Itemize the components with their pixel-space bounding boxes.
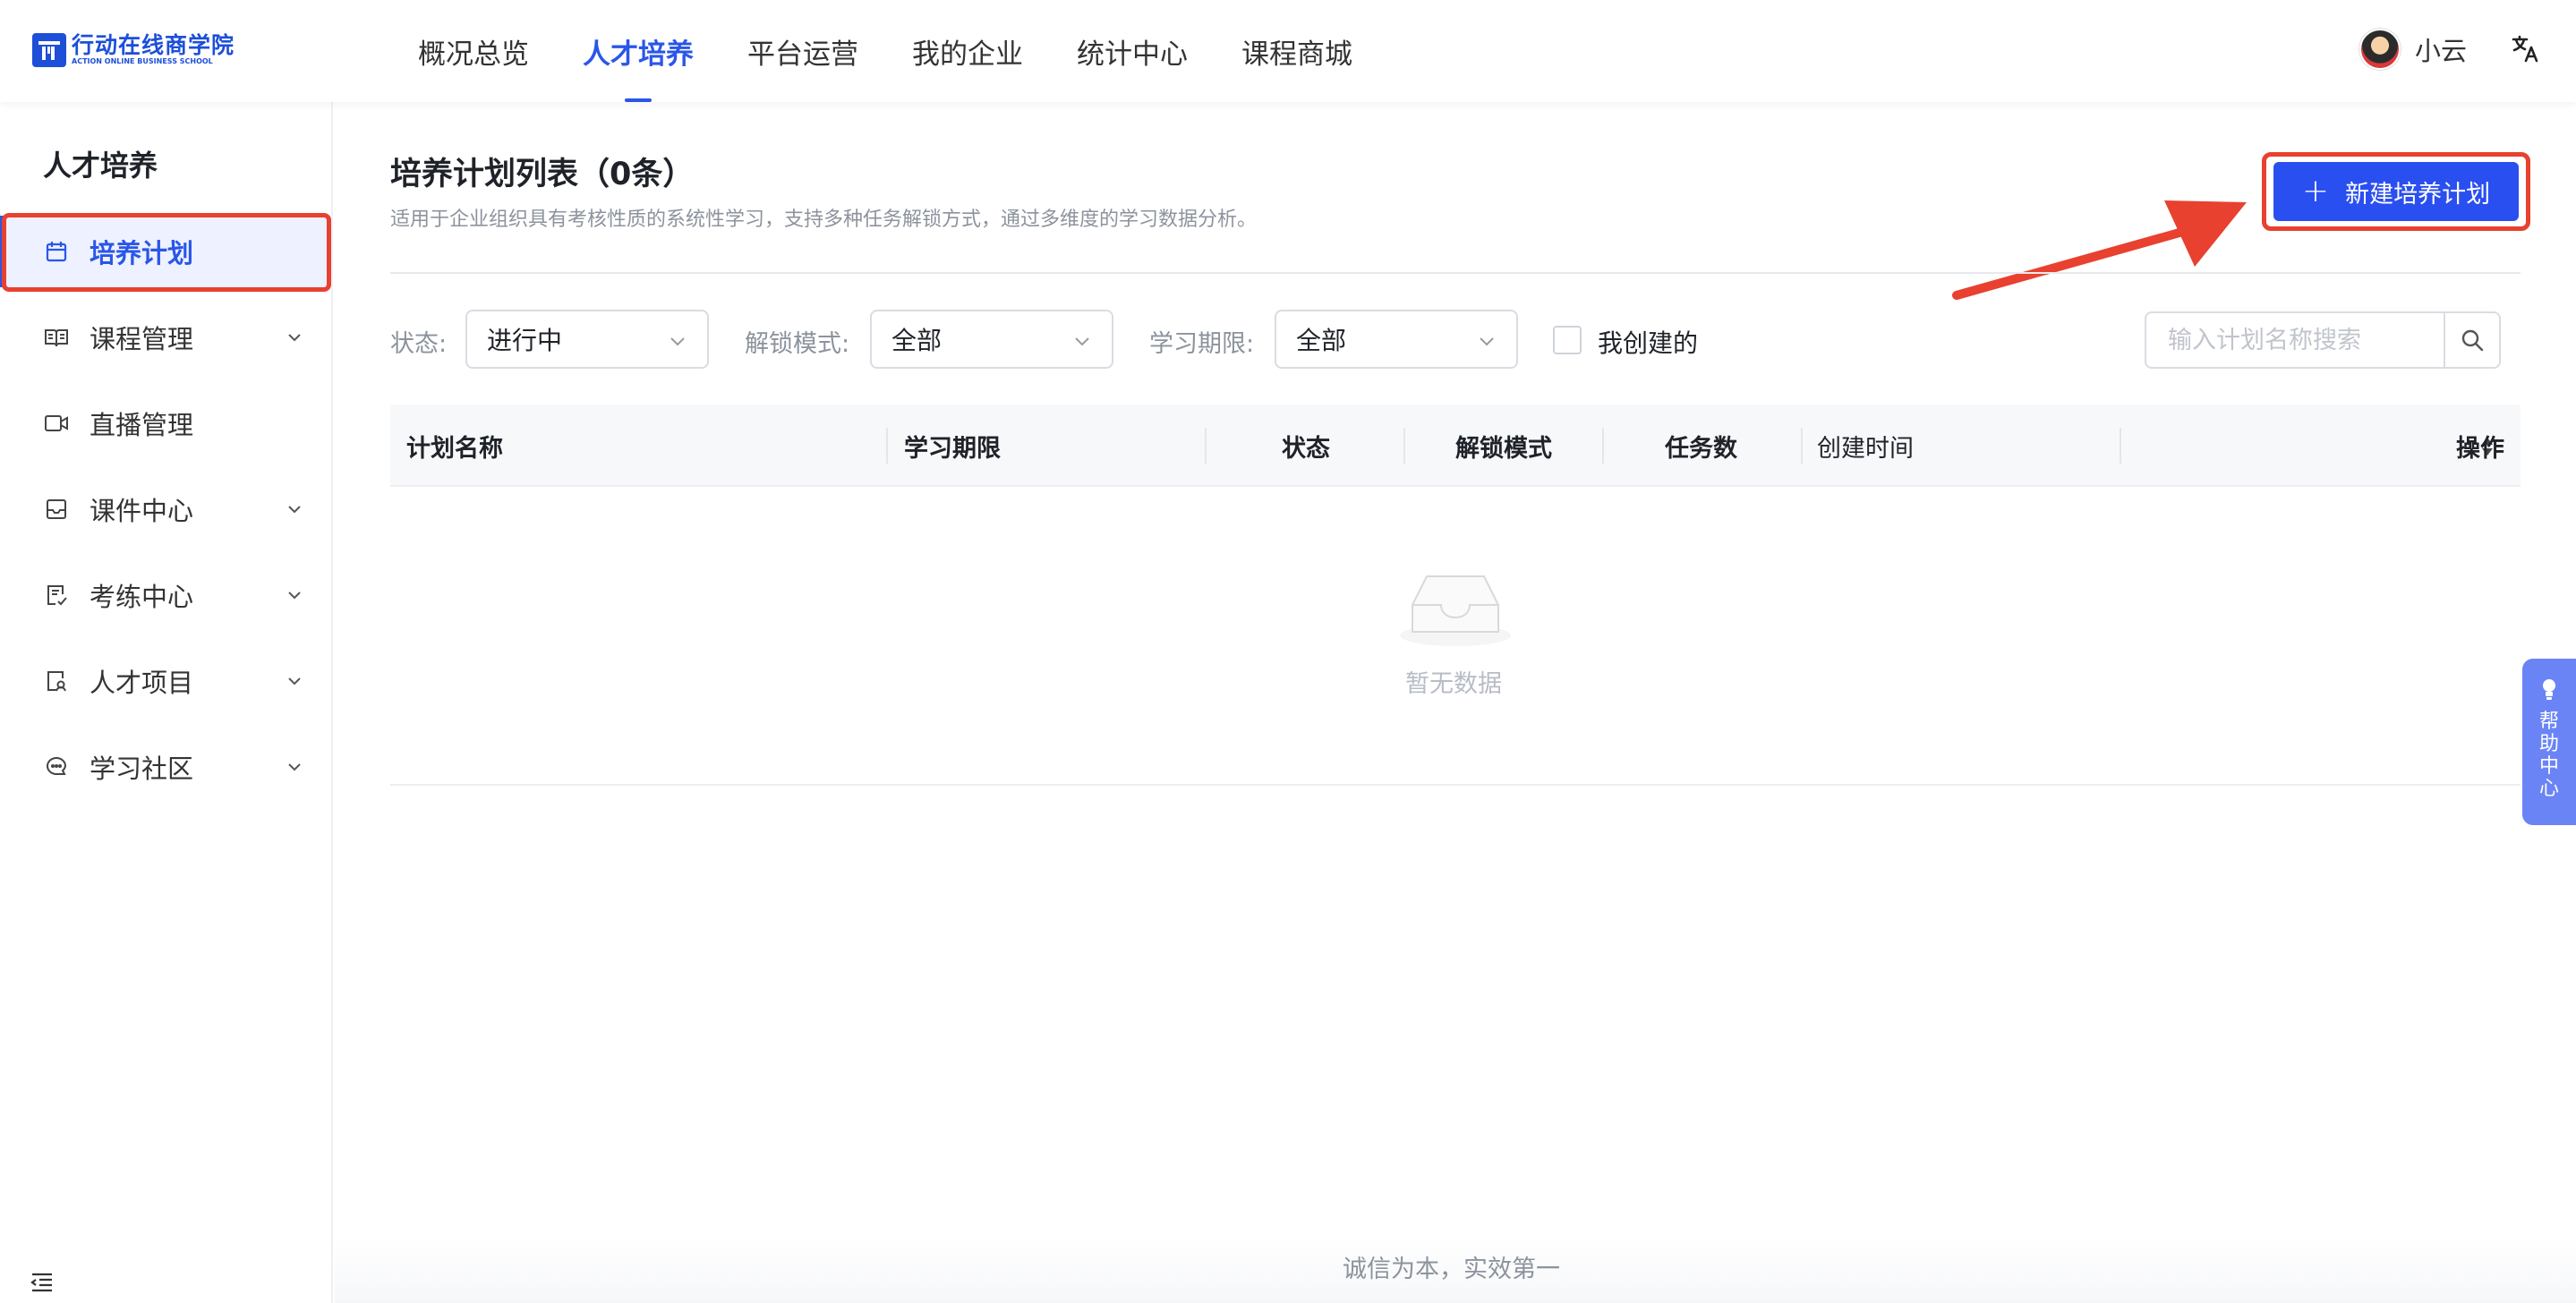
status-select-value: 进行中: [487, 326, 563, 355]
column-divider: [2120, 428, 2121, 464]
sidebar-item-label: 人才项目: [90, 668, 194, 698]
page-description: 适用于企业组织具有考核性质的系统性学习，支持多种任务解锁方式，通过多维度的学习数…: [390, 209, 1258, 231]
column-divider: [1205, 428, 1207, 464]
video-icon: [43, 410, 70, 437]
table-header: 计划名称 学习期限 状态 解锁模式 任务数 创建时间 操作: [390, 405, 2521, 487]
chevron-down-icon: [288, 506, 301, 514]
nav-statistics-center[interactable]: 统计中心: [1077, 0, 1188, 102]
search-icon: [2461, 329, 2484, 352]
sidebar-item-label: 考练中心: [90, 582, 194, 612]
user-menu[interactable]: 小云: [2359, 27, 2467, 72]
unlock-mode-filter-label: 解锁模式:: [745, 330, 850, 358]
chevron-down-icon: [288, 592, 301, 600]
nav-course-mall[interactable]: 课程商城: [1241, 0, 1352, 102]
header-divider: [390, 272, 2521, 274]
sidebar-item-live-management[interactable]: 直播管理: [0, 387, 333, 459]
sidebar-item-talent-project[interactable]: 人才项目: [0, 645, 333, 717]
user-name[interactable]: 小云: [2415, 30, 2467, 68]
nav-overview[interactable]: 概况总览: [418, 0, 529, 102]
nav-talent-training[interactable]: 人才培养: [583, 0, 694, 102]
col-status: 状态: [1282, 434, 1330, 463]
plan-search-input[interactable]: [2145, 311, 2445, 369]
search-button[interactable]: [2444, 311, 2501, 369]
chevron-down-icon: [288, 763, 301, 771]
lightbulb-icon: [2543, 679, 2555, 700]
chevron-down-icon: [670, 337, 685, 346]
inbox-icon: [43, 496, 70, 523]
exam-icon: [43, 582, 70, 609]
empty-box-icon: [1400, 575, 1511, 646]
status-select[interactable]: 进行中: [465, 310, 709, 369]
col-task-count: 任务数: [1665, 434, 1737, 463]
highlight-box-button: [2262, 152, 2530, 231]
study-period-select-value: 全部: [1296, 326, 1347, 355]
translate-icon[interactable]: [2508, 30, 2544, 66]
sidebar-item-label: 课程管理: [90, 324, 194, 354]
nav-platform-operations[interactable]: 平台运营: [747, 0, 858, 102]
collapse-sidebar-icon[interactable]: [29, 1269, 55, 1296]
sidebar-item-label: 直播管理: [90, 410, 194, 440]
chat-icon: [43, 754, 70, 780]
avatar[interactable]: [2359, 29, 2401, 70]
sidebar-item-label: 课件中心: [90, 496, 194, 526]
page-title: 培养计划列表（0条）: [390, 157, 695, 192]
col-plan-name: 计划名称: [406, 434, 503, 463]
sidebar-item-courseware-center[interactable]: 课件中心: [0, 473, 333, 545]
help-center-tab[interactable]: 帮助中心: [2522, 659, 2576, 825]
chevron-down-icon: [1075, 337, 1089, 346]
sidebar-item-label: 学习社区: [90, 754, 194, 784]
column-divider: [1801, 428, 1803, 464]
chevron-down-icon: [288, 334, 301, 342]
book-icon: [43, 324, 70, 351]
sidebar-item-course-management[interactable]: 课程管理: [0, 302, 333, 373]
col-unlock-mode: 解锁模式: [1455, 434, 1552, 463]
top-navbar: 行动在线商学院 ACTION ONLINE BUSINESS SCHOOL 概况…: [0, 0, 2576, 102]
status-filter-label: 状态:: [390, 330, 448, 358]
table-bottom-border: [390, 784, 2521, 786]
sidebar-item-learning-community[interactable]: 学习社区: [0, 731, 333, 803]
chevron-down-icon: [1480, 337, 1494, 346]
column-divider: [1403, 428, 1405, 464]
col-study-period: 学习期限: [904, 434, 1001, 463]
column-divider: [886, 428, 888, 464]
logo-icon: [32, 33, 66, 67]
created-by-me-checkbox[interactable]: [1553, 326, 1582, 354]
sidebar-title: 人才培养: [43, 149, 158, 183]
project-icon: [43, 668, 70, 694]
empty-state-text: 暂无数据: [1405, 670, 1502, 698]
chevron-down-icon: [288, 677, 301, 686]
nav-my-enterprise[interactable]: 我的企业: [912, 0, 1023, 102]
col-actions: 操作: [2456, 434, 2504, 463]
logo-title: 行动在线商学院: [72, 32, 235, 58]
main-nav: 概况总览 人才培养 平台运营 我的企业 统计中心 课程商城: [418, 0, 1406, 102]
unlock-mode-select-value: 全部: [891, 326, 943, 355]
logo-subtitle: ACTION ONLINE BUSINESS SCHOOL: [72, 57, 213, 65]
footer-slogan: 诚信为本，实效第一: [1343, 1256, 1560, 1283]
column-divider: [1602, 428, 1604, 464]
unlock-mode-select[interactable]: 全部: [870, 310, 1113, 369]
highlight-box-sidebar: [2, 213, 331, 292]
help-center-label: 帮助中心: [2538, 711, 2559, 800]
arrow-annotation-icon: [1952, 200, 2247, 300]
sidebar-item-exam-center[interactable]: 考练中心: [0, 559, 333, 631]
study-period-filter-label: 学习期限:: [1149, 330, 1255, 358]
created-by-me-label[interactable]: 我创建的: [1598, 324, 1698, 360]
logo[interactable]: 行动在线商学院 ACTION ONLINE BUSINESS SCHOOL: [32, 32, 235, 68]
col-created-time[interactable]: 创建时间: [1817, 405, 1914, 487]
study-period-select[interactable]: 全部: [1275, 310, 1518, 369]
